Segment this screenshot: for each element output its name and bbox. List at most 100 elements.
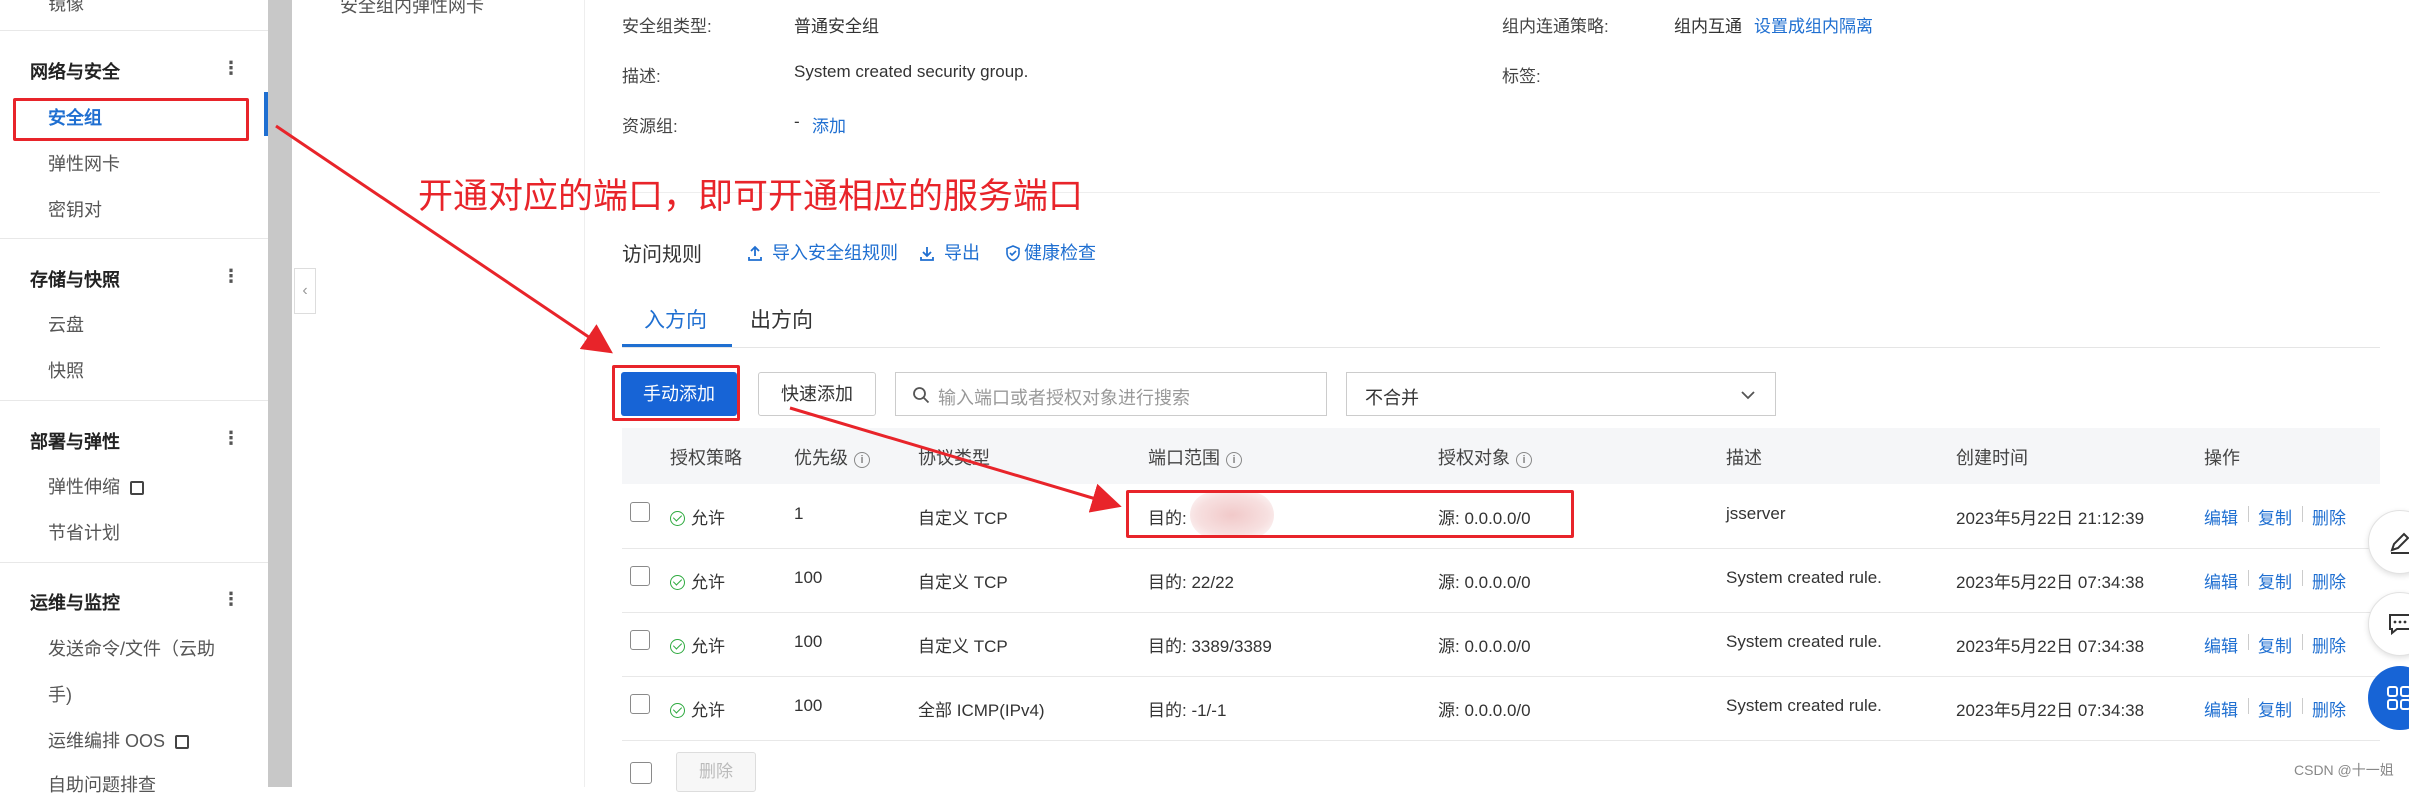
quick-add-button[interactable]: 快速添加 xyxy=(758,372,876,416)
sidebar-item-savings-plan[interactable]: 节省计划 xyxy=(48,519,120,545)
more-icon[interactable]: ⋮ xyxy=(222,266,240,287)
sidebar-item-send-command[interactable]: 发送命令/文件（云助 xyxy=(48,635,215,661)
external-link-icon xyxy=(130,481,144,495)
tab-outbound[interactable]: 出方向 xyxy=(750,304,813,334)
target-cell: 源: 0.0.0.0/0 xyxy=(1438,701,1531,720)
collapse-icon[interactable]: ‹ xyxy=(294,268,316,314)
desc-value: System created security group. xyxy=(794,62,1029,81)
resource-group-add-link[interactable]: 添加 xyxy=(812,112,846,137)
sidebar-item-snapshot[interactable]: 快照 xyxy=(48,357,84,383)
target-cell: 源: 0.0.0.0/0 xyxy=(1438,637,1531,656)
desc-cell: System created rule. xyxy=(1726,696,1882,715)
header-policy: 授权策略 xyxy=(670,448,742,468)
resource-group-label: 资源组: xyxy=(622,117,678,136)
arrow-to-manual-add xyxy=(275,124,613,354)
resource-group-value: - xyxy=(794,112,800,131)
delete-link[interactable]: 删除 xyxy=(2312,632,2346,657)
select-all-checkbox[interactable] xyxy=(630,762,652,784)
delete-link[interactable]: 删除 xyxy=(2312,696,2346,721)
info-icon[interactable]: i xyxy=(854,452,870,468)
sidebar-item-oos[interactable]: 运维编排 OOS xyxy=(48,727,190,753)
row-checkbox[interactable] xyxy=(630,502,650,522)
sidebar-item-eni[interactable]: 弹性网卡 xyxy=(48,150,120,176)
table-row: 允许 100 全部 ICMP(IPv4) 目的: -1/-1 源: 0.0.0.… xyxy=(622,676,2380,741)
sidebar-group-storage[interactable]: 存储与快照 xyxy=(30,266,120,292)
header-port: 端口范围 i xyxy=(1148,444,1242,470)
highlight-box-rule xyxy=(1126,490,1574,538)
search-input[interactable]: 输入端口或者授权对象进行搜索 xyxy=(895,372,1327,416)
op-divider xyxy=(2302,570,2303,586)
info-icon[interactable]: i xyxy=(1516,452,1532,468)
bulk-delete-button[interactable]: 删除 xyxy=(676,752,756,792)
policy-cell: 允许 xyxy=(670,632,725,657)
merge-select[interactable]: 不合并 xyxy=(1346,372,1776,416)
row-checkbox[interactable] xyxy=(630,566,650,586)
sidebar-group-deploy[interactable]: 部署与弹性 xyxy=(30,428,120,454)
delete-link[interactable]: 删除 xyxy=(2312,504,2346,529)
op-divider xyxy=(2302,698,2303,714)
panel-divider xyxy=(584,0,585,787)
health-check-link[interactable]: 健康检查 xyxy=(1004,239,1096,265)
policy-text: 允许 xyxy=(691,573,725,592)
policy-text: 允许 xyxy=(691,701,725,720)
merge-select-value: 不合并 xyxy=(1365,388,1419,408)
check-circle-icon xyxy=(670,639,685,654)
edit-link[interactable]: 编辑 xyxy=(2204,504,2238,529)
port-cell: 目的: 22/22 xyxy=(1148,573,1234,592)
sidebar-group-ops[interactable]: 运维与监控 xyxy=(30,589,120,615)
sidebar-item-label: 弹性伸缩 xyxy=(48,477,120,497)
desc-cell: jsserver xyxy=(1726,504,1786,523)
check-circle-icon xyxy=(670,575,685,590)
more-icon[interactable]: ⋮ xyxy=(222,589,240,610)
download-icon xyxy=(920,247,934,261)
check-circle-icon xyxy=(670,703,685,718)
sidebar-item-troubleshoot[interactable]: 自助问题排查 xyxy=(48,771,156,797)
check-circle-icon xyxy=(670,511,685,526)
sidebar-group-network-security[interactable]: 网络与安全 xyxy=(30,58,120,84)
policy-text: 允许 xyxy=(691,637,725,656)
export-link[interactable]: 导出 xyxy=(918,239,980,265)
copy-link[interactable]: 复制 xyxy=(2258,632,2292,657)
set-isolation-link[interactable]: 设置成组内隔离 xyxy=(1754,12,1873,37)
op-divider xyxy=(2248,506,2249,522)
copy-link[interactable]: 复制 xyxy=(2258,696,2292,721)
edit-link[interactable]: 编辑 xyxy=(2204,696,2238,721)
edit-link[interactable]: 编辑 xyxy=(2204,632,2238,657)
chevron-down-icon xyxy=(1741,391,1755,400)
subnav-item-eni[interactable]: 安全组内弹性网卡 xyxy=(340,0,484,18)
sidebar-scrollbar[interactable] xyxy=(268,0,292,787)
info-icon[interactable]: i xyxy=(1226,452,1242,468)
desc-cell: System created rule. xyxy=(1726,632,1882,651)
type-value: 普通安全组 xyxy=(794,17,879,36)
sidebar-item-image[interactable]: 镜像 xyxy=(48,0,84,16)
copy-link[interactable]: 复制 xyxy=(2258,504,2292,529)
search-placeholder: 输入端口或者授权对象进行搜索 xyxy=(938,388,1190,408)
time-cell: 2023年5月22日 21:12:39 xyxy=(1956,509,2145,528)
sidebar-item-send-command-cont[interactable]: 手) xyxy=(48,681,72,707)
copy-link[interactable]: 复制 xyxy=(2258,568,2292,593)
port-cell: 目的: 3389/3389 xyxy=(1148,637,1272,656)
edit-icon xyxy=(2390,532,2409,554)
sidebar-item-autoscaling[interactable]: 弹性伸缩 xyxy=(48,473,144,499)
chat-icon xyxy=(2389,614,2409,636)
more-icon[interactable]: ⋮ xyxy=(222,428,240,449)
policy-text: 允许 xyxy=(691,509,725,528)
tab-inbound[interactable]: 入方向 xyxy=(644,304,707,334)
row-checkbox[interactable] xyxy=(630,630,650,650)
priority-cell: 1 xyxy=(794,504,804,523)
delete-link[interactable]: 删除 xyxy=(2312,568,2346,593)
time-cell: 2023年5月22日 07:34:38 xyxy=(1956,637,2145,656)
priority-cell: 100 xyxy=(794,696,823,715)
import-rules-label: 导入安全组规则 xyxy=(772,243,898,263)
row-checkbox[interactable] xyxy=(630,694,650,714)
highlight-box-security-group xyxy=(13,98,249,141)
sidebar-item-keypair[interactable]: 密钥对 xyxy=(48,196,102,222)
op-divider xyxy=(2302,634,2303,650)
edit-link[interactable]: 编辑 xyxy=(2204,568,2238,593)
more-icon[interactable]: ⋮ xyxy=(222,58,240,79)
sidebar-item-disk[interactable]: 云盘 xyxy=(48,311,84,337)
import-rules-link[interactable]: 导入安全组规则 xyxy=(746,239,898,265)
policy-cell: 允许 xyxy=(670,504,725,529)
shield-check-icon xyxy=(1006,245,1020,262)
sidebar-divider xyxy=(0,30,268,31)
